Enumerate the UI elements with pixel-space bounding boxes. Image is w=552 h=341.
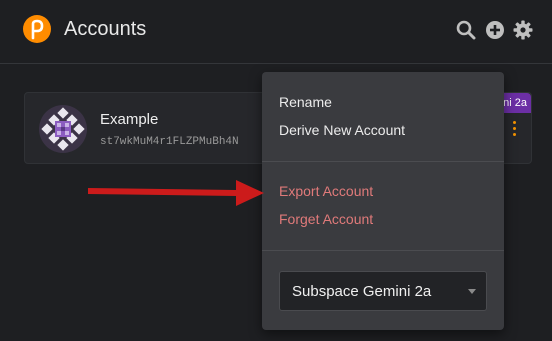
menu-item-derive-new-account[interactable]: Derive New Account [279, 122, 405, 138]
menu-item-export-account[interactable]: Export Account [279, 183, 373, 199]
network-select[interactable]: Subspace Gemini 2a [279, 271, 487, 311]
menu-item-forget-account[interactable]: Forget Account [279, 211, 373, 227]
network-select-value: Subspace Gemini 2a [292, 283, 432, 300]
add-icon[interactable] [485, 20, 505, 40]
account-name: Example [100, 111, 159, 128]
app-window: Accounts Example st7wkMuM4r1FLZPMuBh4N n… [0, 0, 552, 341]
account-identicon [39, 105, 87, 153]
annotation-arrow-icon [88, 180, 264, 206]
header: Accounts [0, 0, 552, 64]
search-icon[interactable] [456, 20, 476, 40]
polkadot-logo-icon [23, 15, 51, 43]
more-options-icon[interactable] [510, 121, 518, 141]
chevron-down-icon [468, 289, 476, 294]
gear-icon[interactable] [513, 20, 533, 40]
menu-divider [262, 250, 504, 251]
page-title: Accounts [64, 18, 147, 40]
account-address: st7wkMuM4r1FLZPMuBh4N [100, 136, 239, 148]
menu-item-rename[interactable]: Rename [279, 94, 332, 110]
menu-divider [262, 161, 504, 162]
account-menu: Rename Derive New Account Export Account… [262, 72, 504, 330]
